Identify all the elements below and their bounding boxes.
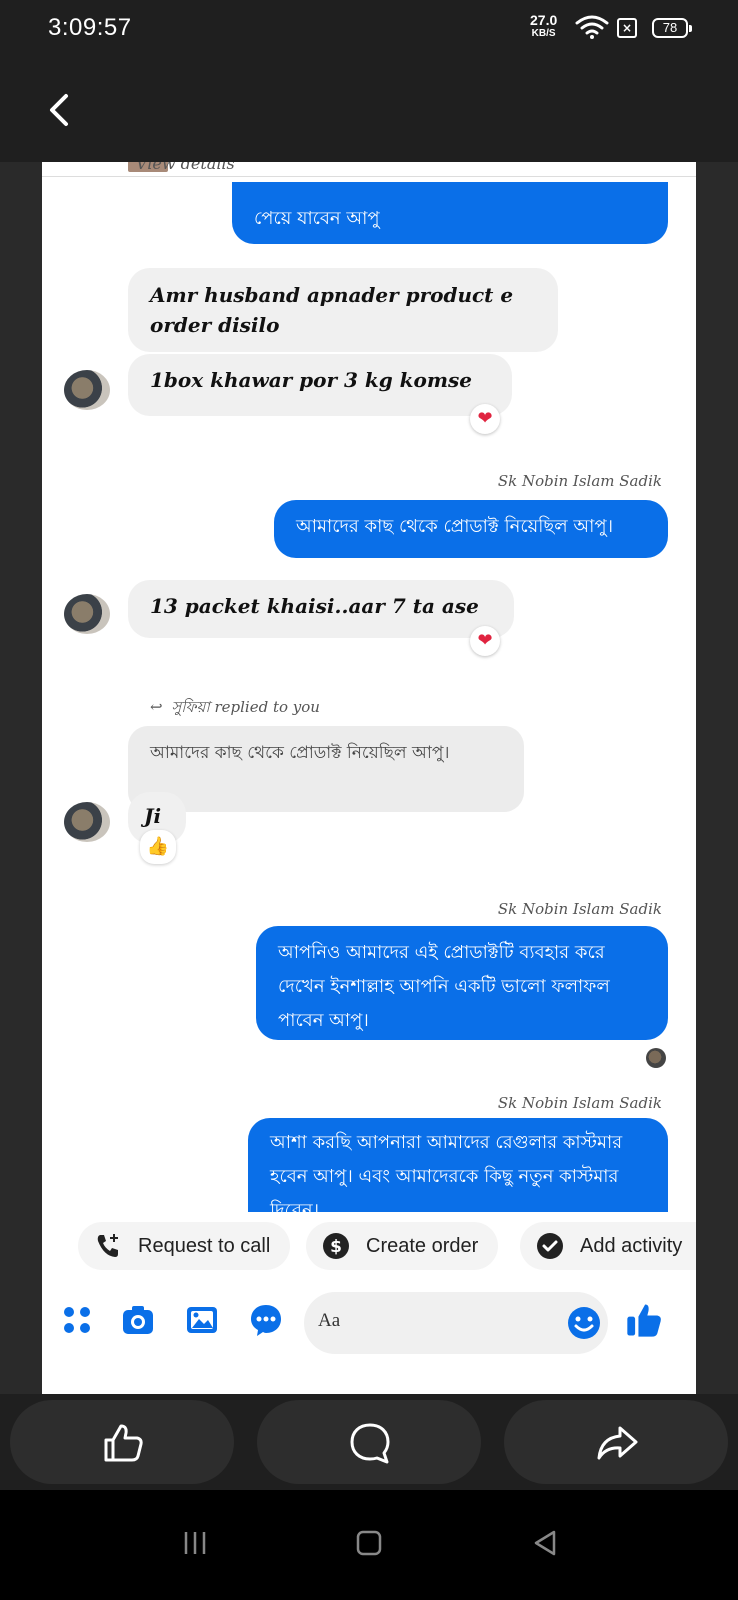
phone-plus-icon — [97, 1234, 118, 1257]
check-icon — [537, 1233, 563, 1259]
message-text: Ji — [144, 804, 162, 828]
message-text: আশা করছি আপনারা আমাদের রেগুলার কাস্টমার … — [270, 1132, 623, 1214]
thumbs-up-icon[interactable] — [624, 1300, 664, 1340]
share-button[interactable] — [504, 1400, 728, 1484]
message-text: 1box khawar por 3 kg komse — [150, 368, 473, 392]
sender-avatar[interactable] — [64, 802, 110, 842]
message-text: Amr husband apnader product e order disi… — [150, 283, 514, 337]
divider — [42, 176, 696, 177]
sender-avatar[interactable] — [64, 370, 110, 410]
emoji-icon[interactable] — [566, 1305, 602, 1341]
system-nav-bar — [0, 1490, 738, 1600]
sender-label: Sk Nobin Islam Sadik — [497, 1094, 662, 1112]
create-order-chip[interactable]: $ Create order — [306, 1222, 499, 1270]
sender-label: Sk Nobin Islam Sadik — [497, 900, 662, 918]
svg-text:$: $ — [330, 1237, 342, 1257]
seen-avatar — [646, 1048, 666, 1068]
outgoing-message: আপনিও আমাদের এই প্রোডাক্টটি ব্যবহার করে … — [256, 926, 668, 1040]
message-text: আমাদের কাছ থেকে প্রোডাক্ট নিয়েছিল আপু। — [296, 516, 614, 537]
app-header — [0, 60, 738, 162]
reply-arrow-icon: ↩ — [150, 698, 163, 716]
screen: 3:09:57 27.0 KB/S × 78 View details পেয়… — [0, 0, 738, 1600]
recent-apps-icon[interactable] — [180, 1528, 210, 1558]
outgoing-message: আমাদের কাছ থেকে প্রোডাক্ট নিয়েছিল আপু। — [274, 500, 668, 558]
back-arrow-icon[interactable] — [40, 88, 80, 132]
like-icon — [104, 1424, 143, 1462]
quoted-text: আমাদের কাছ থেকে প্রোডাক্ট নিয়েছিল আপু। — [150, 743, 450, 763]
incoming-message: Amr husband apnader product e order disi… — [128, 268, 558, 352]
message-text: আপনিও আমাদের এই প্রোডাক্টটি ব্যবহার করে … — [278, 942, 610, 1031]
request-call-chip[interactable]: Request to call — [78, 1222, 291, 1270]
status-time: 3:09:57 — [48, 14, 132, 41]
reply-note-text: সুফিয়া replied to you — [171, 698, 320, 716]
status-bar: 3:09:57 27.0 KB/S × 78 — [0, 0, 738, 60]
image-icon[interactable] — [184, 1302, 220, 1338]
no-sim-icon: × — [617, 18, 637, 38]
camera-icon[interactable] — [120, 1302, 156, 1338]
menu-dots-icon[interactable] — [60, 1302, 96, 1338]
like-button[interactable] — [10, 1400, 234, 1484]
message-text: পেয়ে যাবেন আপু — [254, 208, 380, 229]
quick-action-chips: Request to call $ Create order Add activ… — [42, 1212, 696, 1278]
message-input-placeholder: Aa — [318, 1310, 341, 1331]
network-speed-value: 27.0 — [530, 12, 558, 28]
thumbs-up-reaction-icon[interactable]: 👍 — [140, 830, 176, 864]
post-image: View details পেয়ে যাবেন আপু Amr husband… — [0, 162, 738, 1394]
network-speed-unit: KB/S — [531, 28, 556, 39]
message-input[interactable]: Aa — [304, 1292, 608, 1354]
network-speed: 27.0 KB/S — [530, 12, 558, 40]
post-action-bar — [0, 1394, 738, 1490]
add-activity-chip[interactable]: Add activity — [520, 1222, 696, 1270]
comment-icon — [350, 1423, 390, 1464]
request-call-label: Request to call — [138, 1235, 271, 1257]
share-icon — [597, 1426, 638, 1460]
chat-bubble-icon[interactable] — [248, 1302, 284, 1338]
message-composer: Aa — [42, 1280, 696, 1370]
dollar-icon: $ — [323, 1233, 349, 1259]
outgoing-message: পেয়ে যাবেন আপু — [232, 182, 668, 244]
incoming-message: 13 packet khaisi..aar 7 ta ase — [128, 580, 514, 638]
quoted-message[interactable]: আমাদের কাছ থেকে প্রোডাক্ট নিয়েছিল আপু। — [128, 726, 524, 812]
heart-reaction-icon[interactable]: ❤ — [470, 404, 500, 434]
view-details-link: View details — [136, 162, 235, 173]
heart-reaction-icon[interactable]: ❤ — [470, 626, 500, 656]
messenger-chat: View details পেয়ে যাবেন আপু Amr husband… — [42, 162, 696, 1394]
sender-avatar[interactable] — [64, 594, 110, 634]
comment-button[interactable] — [257, 1400, 481, 1484]
message-text: 13 packet khaisi..aar 7 ta ase — [150, 594, 479, 618]
battery-indicator: 78 — [652, 18, 692, 38]
reply-note: ↩ সুফিয়া replied to you — [150, 696, 320, 721]
add-activity-label: Add activity — [580, 1235, 683, 1257]
incoming-message: 1box khawar por 3 kg komse — [128, 354, 512, 416]
outgoing-message: আশা করছি আপনারা আমাদের রেগুলার কাস্টমার … — [248, 1118, 668, 1214]
sender-label: Sk Nobin Islam Sadik — [497, 472, 662, 490]
home-icon[interactable] — [354, 1528, 384, 1558]
create-order-label: Create order — [366, 1235, 479, 1257]
wifi-icon — [575, 15, 609, 39]
back-nav-icon[interactable] — [530, 1528, 560, 1558]
